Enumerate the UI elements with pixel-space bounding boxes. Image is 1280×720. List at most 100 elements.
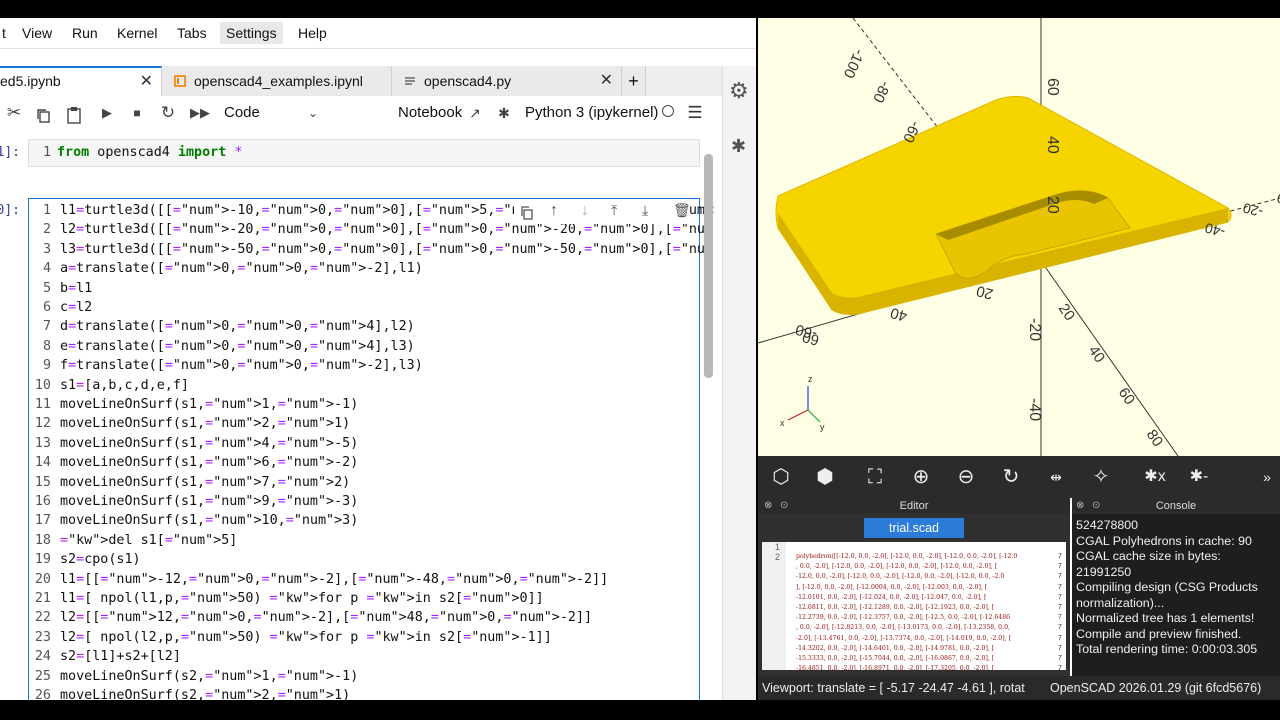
- status-bar: Viewport: translate = [ -5.17 -24.47 -4.…: [758, 676, 1280, 700]
- code-line: s2=[l1]+s2+[l2]: [60, 649, 181, 665]
- new-launcher-button[interactable]: +: [622, 66, 646, 96]
- editor-code-line: -12.0, 0.0, -2.0], [-12.0, 0.0, -2.0], […: [796, 573, 1005, 581]
- code-line: moveLineOnSurf(s1,="num">9,="num">-3): [60, 494, 359, 509]
- line-number: 26: [34, 688, 51, 700]
- close-icon[interactable]: ✕: [140, 68, 153, 95]
- line-number: 8: [42, 338, 51, 354]
- menu-item-settings[interactable]: Settings: [220, 22, 283, 44]
- code-line: moveLineOnSurf(s2,="num">1,="num">-1): [60, 668, 359, 684]
- status-version: OpenSCAD 2026.01.29 (git 6fcd5676): [1050, 681, 1262, 695]
- code-line: moveLineOnSurf(s1,="num">10,="num">3): [60, 513, 359, 529]
- tab-python-file[interactable]: openscad4.py ✕: [392, 66, 622, 96]
- menu-item-kernel[interactable]: Kernel: [111, 22, 163, 44]
- debugger-bug-icon[interactable]: ✱: [494, 102, 514, 124]
- code-line: c=l2: [60, 300, 93, 315]
- axis-tick-label: 20: [975, 282, 996, 303]
- cell-type-value: Code: [224, 104, 260, 121]
- line-number: 18: [34, 532, 51, 548]
- run-icon[interactable]: ▶: [98, 102, 116, 124]
- line-number: 20: [34, 571, 51, 587]
- menu-item-file[interactable]: t: [0, 22, 12, 44]
- view-minus-x-icon[interactable]: ✱-x: [1186, 464, 1212, 511]
- show-edges-icon[interactable]: ✧: [1088, 464, 1114, 490]
- editor-code-line: -15.3333, 0.0, -2.0], [-15.7044, 0.0, -2…: [796, 655, 995, 663]
- copy-icon[interactable]: [36, 105, 52, 127]
- close-icon[interactable]: ⊗: [1076, 498, 1084, 514]
- editor-gutter: 12: [762, 542, 786, 670]
- code-line: s1=[a,b,c,d,e,f]: [60, 377, 189, 393]
- view-plus-x-icon[interactable]: ✱x: [1142, 464, 1168, 490]
- more-tools-icon[interactable]: »: [1254, 464, 1280, 490]
- close-icon[interactable]: ✕: [600, 66, 613, 96]
- axis-tick-label: -80: [869, 78, 894, 105]
- zoom-all-icon[interactable]: ⛶: [862, 464, 888, 490]
- editor-code-line: polyhedron([[-12.0, 0.0, -2.0], [-12.0, …: [796, 553, 1018, 560]
- menu-icon[interactable]: ☰: [686, 102, 704, 124]
- move-down-icon[interactable]: ↓: [581, 202, 589, 220]
- menu-bar: t View Run Kernel Tabs Settings Help: [0, 18, 756, 49]
- restart-icon[interactable]: ↻: [158, 102, 178, 124]
- close-icon[interactable]: ⊗: [764, 498, 772, 514]
- cell-toolbar: ↑ ↓ ⤒ ⤓ 🗑: [514, 202, 691, 224]
- restart-run-all-icon[interactable]: ▶▶: [189, 102, 211, 124]
- code-cell-2[interactable]: 1 l1=turtle3d([[="num">-10,="num">0,="num…: [28, 198, 714, 700]
- open-notebook-button[interactable]: Notebook: [398, 102, 468, 124]
- code-line: moveLineOnSurf(s1,="num">2,="num">1): [60, 416, 351, 432]
- menu-item-tabs[interactable]: Tabs: [171, 22, 213, 44]
- view-cube-icon[interactable]: ⬢: [812, 464, 838, 490]
- line-number: 9: [42, 358, 51, 374]
- menu-item-help[interactable]: Help: [292, 22, 333, 44]
- tab-label: openscad4.py: [424, 73, 512, 89]
- line-number: 22: [34, 610, 51, 626]
- console-line: Compiling design (CSG Products: [1076, 580, 1258, 594]
- editor-header: ⊗ ⊙ Editor: [758, 498, 1070, 514]
- menu-item-run[interactable]: Run: [66, 22, 104, 44]
- editor-code-line: -16.4851, 0.0, -2.0], [-16.8971, 0.0, -2…: [796, 665, 995, 670]
- reset-view-icon[interactable]: ↻: [998, 464, 1024, 490]
- editor-tab-active[interactable]: trial.scad: [864, 518, 964, 538]
- zoom-in-icon[interactable]: ⊕: [908, 464, 934, 490]
- code-cell-1[interactable]: 1 from openscad4 import *: [28, 139, 700, 167]
- tab-examples-notebook[interactable]: openscad4_examples.ipynl: [162, 66, 392, 96]
- console-line: CGAL Polyhedrons in cache: 90: [1076, 533, 1252, 548]
- console-line: CGAL cache size in bytes:: [1076, 549, 1221, 563]
- code-line: moveLineOnSurf(s1,="num">1,="num">-1): [60, 397, 359, 412]
- code-line: moveLineOnSurf(s2,="num">2,="num">1): [60, 688, 351, 700]
- external-link-icon[interactable]: ↗: [467, 102, 483, 124]
- paste-icon[interactable]: [66, 104, 82, 126]
- line-number: 15: [34, 474, 51, 490]
- editor-text-area[interactable]: 12 polyhedron([[-12.0, 0.0, -2.0], [-12.…: [762, 542, 1066, 670]
- menu-item-view[interactable]: View: [16, 22, 58, 44]
- console-line: Normalized tree has 1 elements!: [1076, 611, 1255, 625]
- move-up-icon[interactable]: ↑: [550, 202, 558, 220]
- insert-above-icon[interactable]: ⤒: [611, 202, 617, 219]
- code-line: moveLineOnSurf(s1,="num">7,="num">2): [60, 474, 351, 490]
- line-number: 1: [42, 203, 51, 218]
- perspective-toggle-icon[interactable]: ⇹: [1043, 464, 1069, 490]
- console-line: Total rendering time: 0:00:03.305: [1076, 642, 1258, 656]
- axis-tick-label: 80: [1143, 427, 1166, 450]
- duplicate-icon[interactable]: [520, 206, 534, 220]
- zoom-out-icon[interactable]: ⊖: [953, 464, 979, 490]
- delete-trash-icon[interactable]: 🗑: [673, 202, 691, 219]
- notebook-icon: [174, 75, 186, 87]
- view-perspective-icon[interactable]: ⬡: [768, 464, 794, 490]
- editor-code-line: ], [-12.0, 0.0, -2.0], [-12.0004, 0.0, -…: [796, 583, 988, 591]
- kernel-name-button[interactable]: Python 3 (ipykernel): [525, 102, 660, 124]
- tab-notebook-active[interactable]: ed5.ipynb ✕: [0, 66, 162, 96]
- insert-below-icon[interactable]: ⤓: [642, 202, 648, 219]
- code-line: l2=[[="num">12,="num">0,="num">-2],[="nu…: [60, 610, 593, 626]
- kernel-status-idle-icon: [662, 105, 674, 117]
- line-number: 13: [34, 435, 51, 451]
- stop-icon[interactable]: ■: [128, 102, 146, 124]
- cut-icon[interactable]: ✂: [4, 102, 24, 124]
- cell-type-select[interactable]: Code ⌄: [224, 102, 318, 124]
- code-line: l3=turtle3d([[="num">-50,="num">0,="num"…: [60, 241, 714, 257]
- notebook-scrollbar[interactable]: [704, 154, 713, 378]
- undock-icon[interactable]: ⊙: [1092, 498, 1100, 514]
- debugger-bug-icon[interactable]: ✱: [731, 136, 746, 157]
- axis-tick-label: 40: [1044, 136, 1061, 154]
- property-inspector-gear-icon[interactable]: ⚙: [729, 78, 749, 104]
- undock-icon[interactable]: ⊙: [780, 498, 788, 514]
- 3d-viewport[interactable]: -100 -80 -60 60 40 20 -20 -40 -60 60 40 …: [758, 18, 1280, 456]
